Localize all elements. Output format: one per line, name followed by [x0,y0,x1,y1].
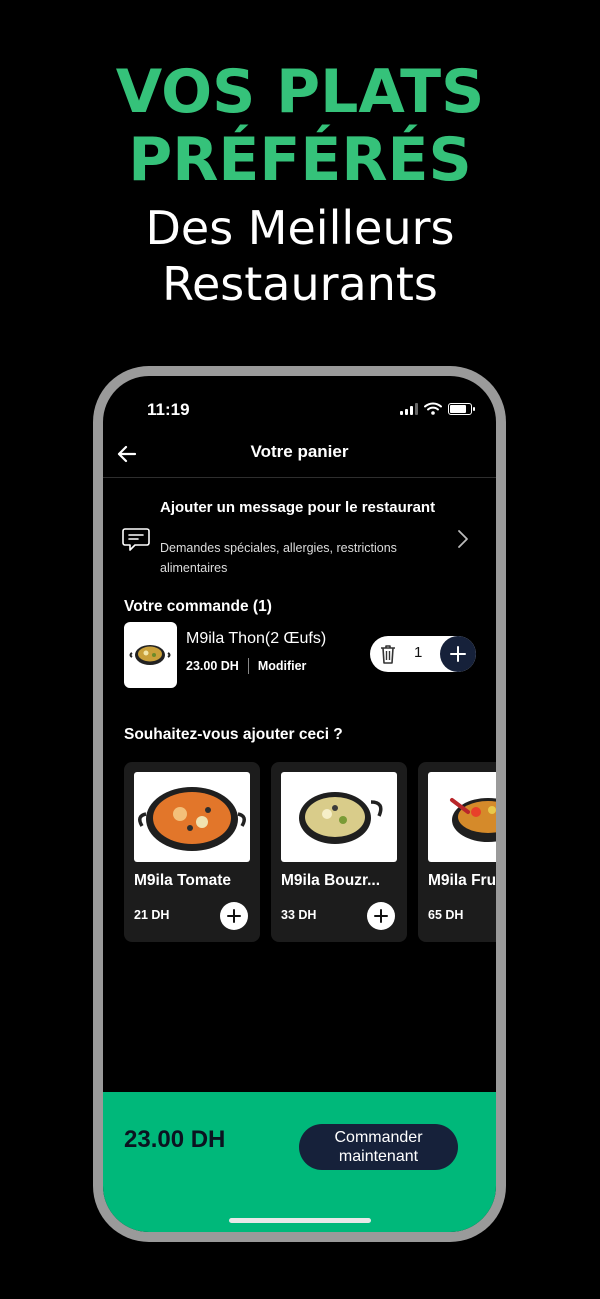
suggestion-price: 21 DH [134,908,170,922]
hero-subtitle-line1: Des Meilleurs [145,201,455,255]
hero-subtitle-line2: Restaurants [162,257,438,311]
suggestions-heading: Souhaitez-vous ajouter ceci ? [124,726,343,743]
phone-frame: 11:19 Votre panier Ajouter un message po… [93,366,506,1242]
suggestion-name: M9ila Bouzr... [281,872,381,889]
plus-icon [450,646,466,662]
hero-banner: VOS PLATS PRÉFÉRÉS Des Meilleurs Restaur… [0,58,600,312]
add-message-description: Demandes spéciales, allergies, restricti… [160,541,397,575]
page-title: Votre panier [250,442,349,461]
signal-icon [400,402,418,415]
suggestions-carousel[interactable]: M9ila Tomate 21 DH M9ila Bouzr... 33 DH … [124,762,496,942]
status-bar: 11:19 [103,398,496,422]
add-message-title: Ajouter un message pour le restaurant [160,499,436,516]
suggestion-name: M9ila Fruits de mer [428,872,496,889]
checkout-bar: 23.00 DH Commander maintenant [103,1092,496,1232]
status-time: 11:19 [147,400,190,419]
chevron-right-icon [458,530,468,548]
add-message-row[interactable]: Ajouter un message pour le restaurant De… [103,496,496,582]
order-now-label-line2: maintenant [338,1148,419,1165]
hero-subtitle: Des Meilleurs Restaurants [0,200,600,312]
plus-icon [227,909,241,923]
order-item-name: M9ila Thon(2 Œufs) [186,630,327,647]
battery-icon [448,402,475,415]
cart-total: 23.00 DH [124,1126,226,1153]
add-suggestion-button[interactable] [367,902,395,930]
order-item-meta: 23.00 DH Modifier [186,658,306,674]
suggestion-card[interactable]: M9ila Tomate 21 DH [124,762,260,942]
suggestion-image [281,772,397,862]
increase-quantity-button[interactable] [440,636,476,672]
order-heading: Votre commande (1) [124,598,272,615]
plus-icon [374,909,388,923]
chat-bubble-icon [122,528,150,551]
order-item-image [124,622,177,688]
suggestion-card[interactable]: M9ila Bouzr... 33 DH [271,762,407,942]
add-suggestion-button[interactable] [220,902,248,930]
wifi-icon [424,402,442,415]
suggestion-card[interactable]: M9ila Fruits de mer 65 DH [418,762,496,942]
divider [247,658,249,674]
suggestion-image [428,772,496,862]
status-icons [400,402,475,415]
phone-screen: 11:19 Votre panier Ajouter un message po… [103,376,496,1232]
suggestion-image [134,772,250,862]
order-now-button[interactable]: Commander maintenant [299,1124,458,1170]
suggestion-name: M9ila Tomate [134,872,232,889]
edit-item-link[interactable]: Modifier [258,659,307,673]
order-item: M9ila Thon(2 Œufs) 23.00 DH Modifier 1 [124,622,479,688]
suggestion-price: 65 DH [428,908,464,922]
order-item-price: 23.00 DH [186,659,239,673]
nav-header: Votre panier [103,434,496,478]
trash-icon[interactable] [378,643,398,665]
hero-title-line2: PRÉFÉRÉS [128,125,472,195]
home-indicator[interactable] [229,1218,371,1223]
suggestion-price: 33 DH [281,908,317,922]
order-now-label-line1: Commander [334,1129,423,1146]
quantity-value: 1 [414,644,423,661]
quantity-stepper: 1 [370,636,476,672]
hero-title: VOS PLATS PRÉFÉRÉS [0,58,600,194]
hero-title-line1: VOS PLATS [115,57,485,127]
